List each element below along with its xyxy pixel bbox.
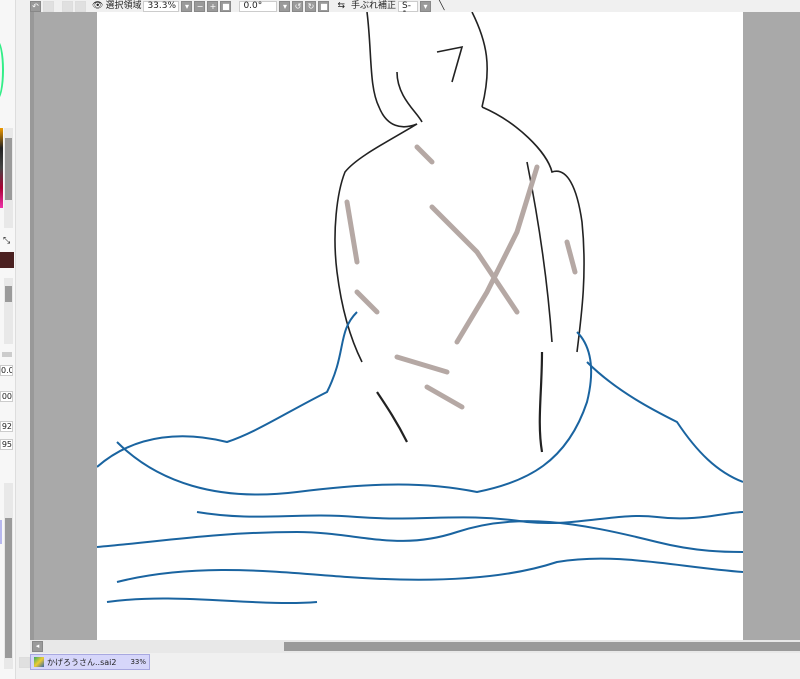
rotate-right-button[interactable]: ↻ bbox=[305, 0, 317, 12]
panel-toggle-button[interactable] bbox=[19, 657, 30, 668]
value-field[interactable]: 92 bbox=[0, 421, 13, 432]
document-zoom: 33% bbox=[130, 658, 146, 666]
toolbar-button[interactable] bbox=[75, 0, 86, 12]
swatch-strip[interactable] bbox=[0, 128, 3, 208]
zoom-reset-button[interactable]: ■ bbox=[220, 0, 232, 12]
zoom-in-button[interactable]: + bbox=[207, 0, 219, 12]
horizontal-scrollbar[interactable]: ◂ bbox=[30, 640, 800, 653]
swap-colors-icon[interactable]: ⤡ bbox=[3, 236, 10, 246]
color-wheel[interactable] bbox=[0, 40, 4, 100]
stabilizer-label: 手ぶれ補正 bbox=[351, 0, 397, 11]
slider[interactable] bbox=[2, 352, 12, 357]
panel-divider[interactable] bbox=[17, 0, 30, 679]
stabilizer-dropdown-button[interactable]: ▾ bbox=[420, 0, 432, 12]
rotate-left-button[interactable]: ↺ bbox=[292, 0, 304, 12]
document-filename: かげろうさん..sai2 bbox=[47, 657, 117, 667]
scroll-left-button[interactable]: ◂ bbox=[32, 641, 43, 652]
vertical-scrollbar[interactable] bbox=[30, 12, 34, 640]
swatch-scrollbar[interactable] bbox=[4, 128, 13, 228]
toolbar-button[interactable] bbox=[62, 0, 73, 12]
rotation-reset-button[interactable]: ■ bbox=[318, 0, 330, 12]
value-field[interactable]: 95 bbox=[0, 439, 13, 450]
rotation-input[interactable]: 0.0° bbox=[239, 0, 278, 12]
line-icon[interactable]: ╲ bbox=[439, 1, 444, 12]
eye-icon[interactable]: 👁 bbox=[92, 1, 103, 12]
panel-scrollbar[interactable] bbox=[4, 278, 13, 344]
redo-button[interactable] bbox=[43, 0, 54, 12]
undo-button[interactable]: ↶ bbox=[30, 0, 41, 12]
value-field[interactable]: 0.0 bbox=[0, 365, 13, 376]
document-tab[interactable]: かげろうさん..sai2 33% bbox=[30, 654, 150, 670]
scrollbar-thumb[interactable] bbox=[284, 642, 800, 651]
selection-label[interactable]: 選択領域 bbox=[105, 1, 141, 12]
canvas-viewport[interactable] bbox=[30, 12, 800, 640]
selected-layer[interactable] bbox=[0, 520, 2, 544]
document-icon bbox=[34, 657, 44, 667]
flip-icon[interactable]: ⇆ bbox=[337, 1, 345, 12]
zoom-input[interactable]: 33.3% bbox=[143, 0, 180, 12]
value-field[interactable]: 00 bbox=[0, 391, 13, 402]
current-color-swatch[interactable] bbox=[0, 252, 14, 268]
rotation-dropdown-button[interactable]: ▾ bbox=[279, 0, 291, 12]
zoom-dropdown-button[interactable]: ▾ bbox=[181, 0, 193, 12]
zoom-out-button[interactable]: − bbox=[194, 0, 206, 12]
stabilizer-select[interactable]: S-1 bbox=[398, 0, 419, 19]
toolbar: ↶ 👁 選択領域 33.3% ▾ − + ■ 0.0° ▾ ↺ ↻ ■ ⇆ 手ぶ… bbox=[0, 0, 800, 19]
left-panel: ⤡ 0.0 00 92 95 bbox=[0, 0, 16, 679]
artwork-canvas[interactable] bbox=[97, 12, 743, 640]
layer-scrollbar[interactable] bbox=[4, 483, 13, 669]
